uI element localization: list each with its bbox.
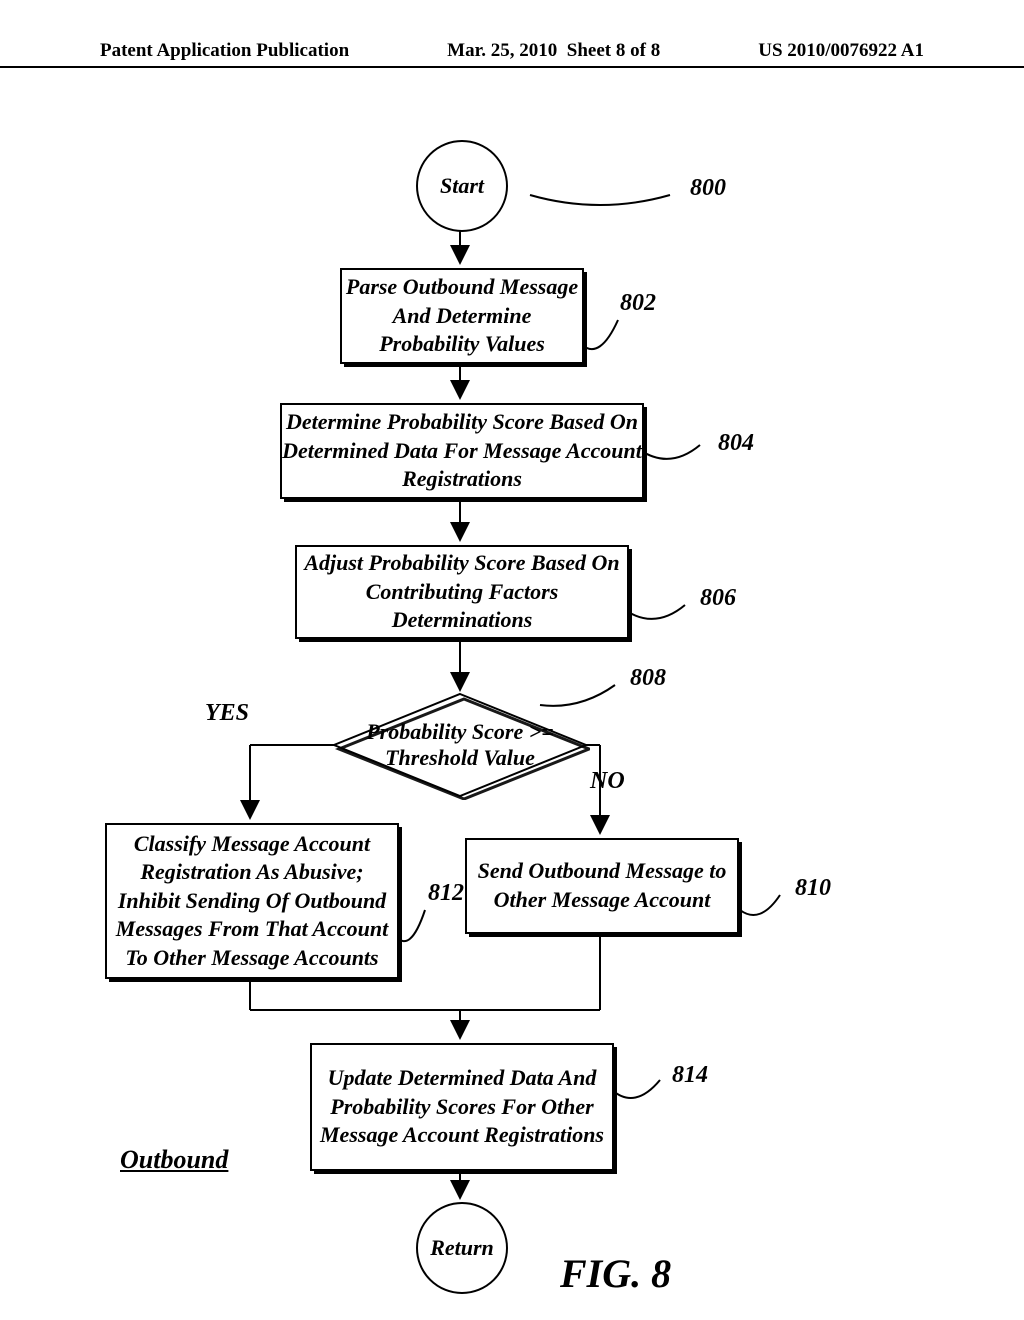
start-node: Start: [416, 140, 508, 232]
branch-yes: YES: [205, 700, 249, 727]
pub-date: Mar. 25, 2010 Sheet 8 of 8: [447, 40, 660, 62]
section-label: Outbound: [120, 1145, 228, 1175]
branch-no: NO: [590, 768, 625, 795]
ref-810: 810: [795, 875, 831, 902]
step-806: Adjust Probability Score Based On Contri…: [295, 545, 629, 639]
doc-number: US 2010/0076922 A1: [758, 40, 924, 62]
pub-label: Patent Application Publication: [100, 40, 349, 62]
step-802: Parse Outbound Message And Determine Pro…: [340, 268, 584, 364]
flowchart: Start Parse Outbound Message And Determi…: [0, 120, 1024, 1300]
figure-label: FIG. 8: [560, 1250, 671, 1297]
step-804: Determine Probability Score Based On Det…: [280, 403, 644, 499]
ref-806: 806: [700, 585, 736, 612]
step-814: Update Determined Data And Probability S…: [310, 1043, 614, 1171]
return-node: Return: [416, 1202, 508, 1294]
ref-802: 802: [620, 290, 656, 317]
ref-812: 812: [428, 880, 464, 907]
ref-814: 814: [672, 1062, 708, 1089]
page-header: Patent Application Publication Mar. 25, …: [0, 40, 1024, 68]
step-810: Send Outbound Message to Other Message A…: [465, 838, 739, 934]
ref-804: 804: [718, 430, 754, 457]
ref-800: 800: [690, 175, 726, 202]
ref-808: 808: [630, 665, 666, 692]
decision-808: Probability Score >= Threshold Value: [335, 695, 585, 795]
step-812: Classify Message Account Registration As…: [105, 823, 399, 979]
